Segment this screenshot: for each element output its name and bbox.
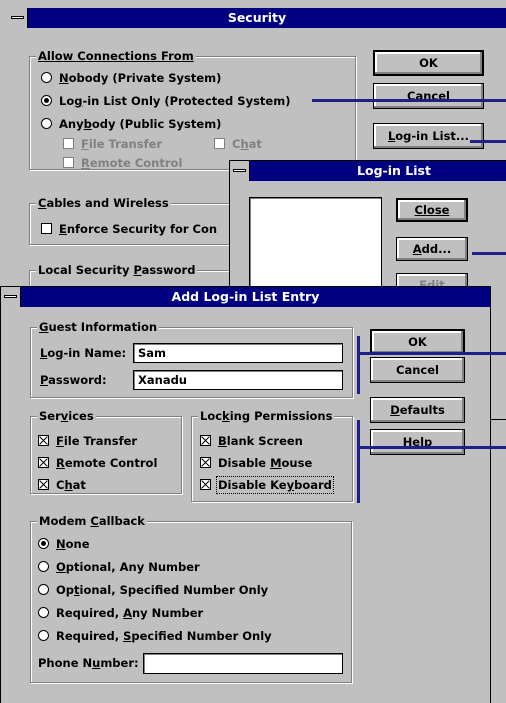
- checkbox-remote-control-icon[interactable]: [38, 457, 49, 468]
- checkbox-chat-icon[interactable]: [38, 479, 49, 490]
- defaults-button[interactable]: Defaults: [370, 397, 465, 423]
- guest-information-label: Guest Information: [37, 320, 160, 334]
- disable-keyboard-label: Disable Keyboard: [216, 476, 334, 494]
- radio-callback-optional-specified[interactable]: Optional, Specified Number Only: [38, 582, 268, 598]
- allow-connections-label: Allow Connections From: [36, 49, 196, 63]
- security-ok-button[interactable]: OK: [373, 50, 484, 76]
- password-label: Password:: [40, 373, 107, 387]
- add-entry-system-menu-icon[interactable]: [1, 287, 21, 307]
- cables-wireless-label: Cables and Wireless: [36, 196, 171, 210]
- checkbox-disable-keyboard-icon[interactable]: [200, 479, 211, 490]
- security-title-bar[interactable]: Security: [8, 8, 506, 28]
- callout-bracket-guest-information: [357, 336, 360, 394]
- checkbox-remote-control-disabled-icon[interactable]: [63, 157, 74, 168]
- phone-number-input[interactable]: [143, 653, 343, 674]
- security-title: Security: [227, 10, 287, 25]
- radio-anybody[interactable]: Anybody (Public System): [41, 116, 221, 132]
- checkbox-chat-disabled-icon[interactable]: [214, 138, 225, 149]
- radio-callback-required-specified[interactable]: Required, Specified Number Only: [38, 628, 272, 644]
- login-list-title: Log-in List: [357, 163, 431, 178]
- add-entry-title-bar[interactable]: Add Log-in List Entry: [1, 287, 490, 307]
- checkbox-file-transfer-disabled[interactable]: File Transfer: [63, 136, 162, 152]
- callout-line-login-list-only: [312, 99, 506, 102]
- checkbox-enforce-security-icon[interactable]: [41, 223, 52, 234]
- phone-number-label: Phone Number:: [38, 656, 139, 670]
- services-label: Services: [37, 409, 96, 423]
- radio-callback-required-specified-icon[interactable]: [38, 630, 49, 641]
- checkbox-disable-keyboard[interactable]: Disable Keyboard: [200, 476, 334, 494]
- login-list-close-button[interactable]: Close: [396, 198, 468, 222]
- locking-permissions-label: Locking Permissions: [198, 409, 335, 423]
- checkbox-blank-screen-icon[interactable]: [200, 435, 211, 446]
- callout-line-add-button: [472, 252, 506, 255]
- radio-nobody[interactable]: Nobody (Private System): [41, 70, 221, 86]
- callout-line-locking-permissions: [357, 446, 506, 449]
- radio-callback-none[interactable]: None: [38, 536, 90, 552]
- login-name-input[interactable]: Sam: [133, 343, 343, 363]
- add-entry-window: Add Log-in List Entry Guest Information …: [0, 286, 491, 703]
- radio-callback-required-any[interactable]: Required, Any Number: [38, 605, 203, 621]
- checkbox-file-transfer[interactable]: File Transfer: [38, 433, 137, 449]
- help-button[interactable]: Help: [370, 429, 465, 455]
- radio-callback-required-any-icon[interactable]: [38, 607, 49, 618]
- radio-callback-optional-any-icon[interactable]: [38, 561, 49, 572]
- local-password-label: Local Security Password: [36, 263, 198, 277]
- add-entry-cancel-button[interactable]: Cancel: [370, 357, 465, 383]
- checkbox-chat[interactable]: Chat: [38, 477, 86, 493]
- checkbox-file-transfer-disabled-icon[interactable]: [63, 138, 74, 149]
- checkbox-chat-disabled[interactable]: Chat: [214, 136, 262, 152]
- login-list-title-bar[interactable]: Log-in List: [230, 161, 506, 181]
- callout-line-guest-information: [357, 352, 506, 355]
- radio-callback-optional-any[interactable]: Optional, Any Number: [38, 559, 200, 575]
- checkbox-blank-screen[interactable]: Blank Screen: [200, 433, 303, 449]
- checkbox-disable-mouse-icon[interactable]: [200, 457, 211, 468]
- modem-callback-label: Modem Callback: [37, 514, 147, 528]
- login-name-label: Log-in Name:: [40, 346, 127, 360]
- checkbox-disable-mouse[interactable]: Disable Mouse: [200, 455, 312, 471]
- login-list-button[interactable]: Log-in List...: [373, 123, 484, 149]
- radio-nobody-icon[interactable]: [41, 72, 52, 83]
- system-menu-icon[interactable]: [8, 8, 28, 28]
- radio-anybody-icon[interactable]: [41, 118, 52, 129]
- password-input[interactable]: Xanadu: [133, 370, 343, 390]
- checkbox-remote-control[interactable]: Remote Control: [38, 455, 157, 471]
- radio-login-list-only[interactable]: Log-in List Only (Protected System): [41, 93, 290, 109]
- login-list-add-button[interactable]: Add...: [396, 237, 468, 261]
- callout-bracket-locking-permissions: [357, 420, 360, 503]
- checkbox-file-transfer-icon[interactable]: [38, 435, 49, 446]
- add-entry-title: Add Log-in List Entry: [171, 289, 320, 304]
- radio-login-list-icon[interactable]: [41, 95, 52, 106]
- checkbox-enforce-security[interactable]: Enforce Security for Con: [41, 221, 217, 237]
- login-list-system-menu-icon[interactable]: [230, 161, 250, 181]
- radio-callback-optional-specified-icon[interactable]: [38, 584, 49, 595]
- checkbox-remote-control-disabled[interactable]: Remote Control: [63, 155, 182, 171]
- radio-callback-none-icon[interactable]: [38, 538, 49, 549]
- security-cancel-button[interactable]: Cancel: [373, 83, 484, 109]
- callout-line-login-list-button: [470, 140, 506, 143]
